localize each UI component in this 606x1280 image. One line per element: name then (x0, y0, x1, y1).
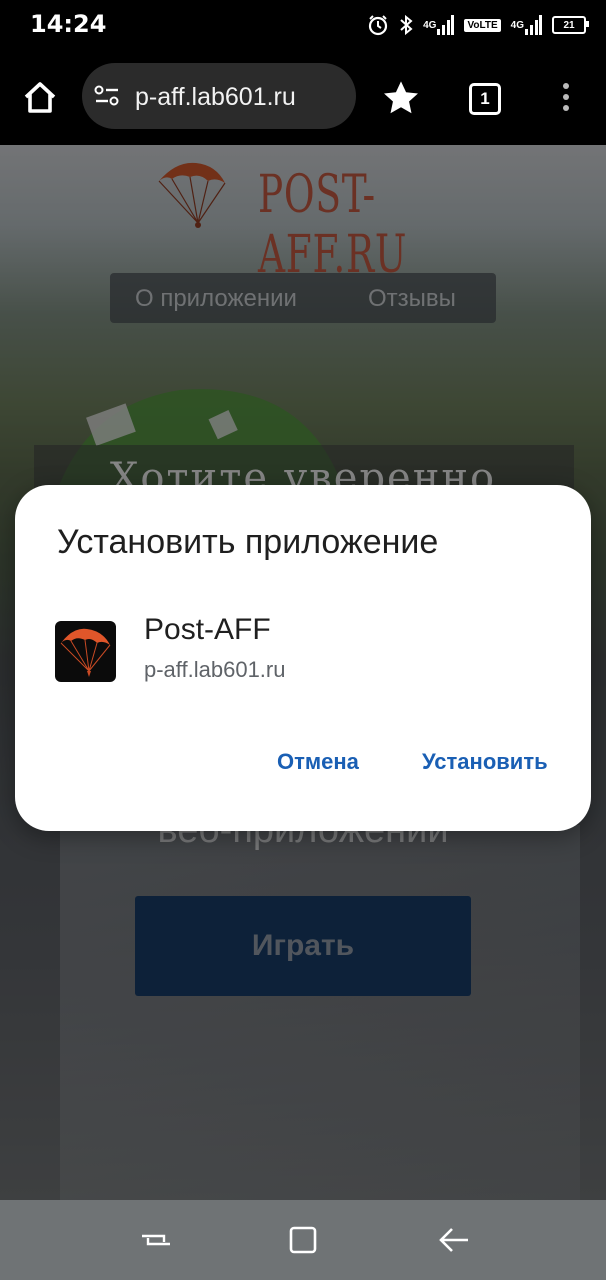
bluetooth-icon (399, 14, 413, 36)
home-square-icon[interactable] (285, 1222, 321, 1258)
status-time: 14:24 (30, 10, 107, 38)
site-settings-icon[interactable] (94, 84, 120, 108)
status-icons: 4G VoLTE 4G 21 (367, 12, 589, 38)
url-bar[interactable]: p-aff.lab601.ru (82, 63, 356, 129)
signal-4g-icon: 4G (423, 15, 455, 35)
system-navigation-bar (0, 1200, 606, 1280)
star-icon[interactable] (380, 77, 422, 119)
battery-icon: 21 (552, 16, 589, 34)
install-button[interactable]: Установить (422, 749, 548, 775)
alarm-icon (367, 14, 389, 36)
more-vert-icon[interactable] (556, 80, 576, 116)
tabs-icon[interactable]: 1 (469, 83, 501, 115)
cancel-button[interactable]: Отмена (277, 749, 359, 775)
app-name: Post-AFF (144, 613, 271, 646)
back-icon[interactable] (436, 1222, 472, 1258)
app-url: p-aff.lab601.ru (144, 657, 286, 682)
dialog-title: Установить приложение (57, 523, 439, 561)
app-icon (55, 621, 116, 682)
install-dialog: Установить приложение Post-AFF p-aff.lab… (15, 485, 591, 831)
signal-4g-icon: 4G (511, 15, 542, 35)
browser-toolbar: p-aff.lab601.ru 1 (0, 50, 606, 145)
recents-icon[interactable] (138, 1222, 174, 1258)
home-icon[interactable] (20, 78, 60, 118)
url-text[interactable]: p-aff.lab601.ru (135, 83, 296, 112)
volte-icon: VoLTE (464, 18, 501, 32)
status-bar: 14:24 4G VoLTE 4G 21 (0, 0, 606, 50)
